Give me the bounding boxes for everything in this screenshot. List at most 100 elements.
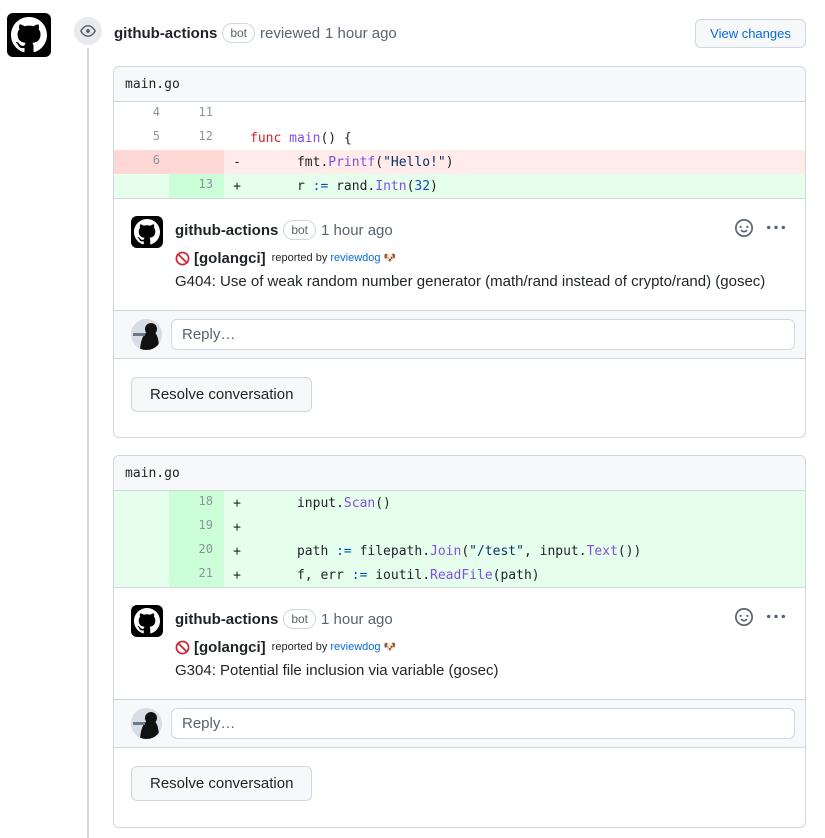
code-text: input.Scan() <box>250 495 391 511</box>
bot-badge: bot <box>283 220 317 240</box>
lint-source-line: [golangci] reported by reviewdog 🐶 <box>175 636 805 659</box>
diff-marker: + <box>233 519 241 535</box>
comment-header: github-actions bot 1 hour ago <box>175 215 805 245</box>
old-line-number[interactable] <box>114 515 169 539</box>
timeline-line <box>87 48 89 838</box>
reply-input[interactable]: Reply… <box>171 319 795 350</box>
code-text: path := filepath.Join("/test", input.Tex… <box>250 543 642 559</box>
old-line-number[interactable]: 4 <box>114 102 169 126</box>
new-line-number[interactable]: 11 <box>169 102 224 126</box>
user-avatar-image <box>131 708 162 739</box>
old-line-number[interactable]: 6 <box>114 150 169 174</box>
eye-icon <box>80 25 96 37</box>
diff-marker: - <box>233 154 241 170</box>
new-line-number[interactable]: 13 <box>169 174 224 198</box>
old-line-number[interactable] <box>114 539 169 563</box>
comment-actions <box>735 608 785 626</box>
dog-emoji-icon: 🐶 <box>383 253 396 264</box>
linter-tag: [golangci] <box>194 639 266 656</box>
reported-by: reported by reviewdog 🐶 <box>272 247 396 270</box>
github-actions-avatar[interactable] <box>7 13 51 57</box>
no-entry-icon <box>175 640 190 655</box>
new-line-number[interactable]: 19 <box>169 515 224 539</box>
kebab-horizontal-icon[interactable] <box>767 219 785 237</box>
code-text: f, err := ioutil.ReadFile(path) <box>250 567 540 583</box>
review-time[interactable]: 1 hour ago <box>325 25 397 42</box>
lint-source-line: [golangci] reported by reviewdog 🐶 <box>175 247 805 270</box>
review-comment: github-actions bot 1 hour ago [golangci]… <box>114 587 805 818</box>
review-thread: main.go 4 11 5 12 func main() { 6 - fmt.… <box>113 66 806 438</box>
review-action: reviewed <box>260 24 321 42</box>
view-changes-button[interactable]: View changes <box>695 19 806 48</box>
diff-line-added: 18 + input.Scan() <box>114 491 805 515</box>
reported-by-text: reported by <box>271 252 328 264</box>
review-thread: main.go 18 + input.Scan() 19 + 20 + path… <box>113 455 806 828</box>
review-event-badge <box>72 15 104 47</box>
code-text: fmt.Printf("Hello!") <box>250 154 454 170</box>
diff-line-added: 21 + f, err := ioutil.ReadFile(path) <box>114 563 805 587</box>
comment-header: github-actions bot 1 hour ago <box>175 604 805 634</box>
reply-bar: Reply… <box>114 699 805 748</box>
github-logo-icon <box>134 219 160 245</box>
comment-actions <box>735 219 785 237</box>
reported-by: reported by reviewdog 🐶 <box>272 636 396 659</box>
resolve-conversation-button[interactable]: Resolve conversation <box>131 765 313 801</box>
diff-marker: + <box>233 178 241 194</box>
reviewdog-link[interactable]: reviewdog <box>330 252 380 264</box>
new-line-number[interactable]: 20 <box>169 539 224 563</box>
old-line-number[interactable] <box>114 491 169 515</box>
comment-time[interactable]: 1 hour ago <box>321 222 393 239</box>
dog-emoji-icon: 🐶 <box>383 642 396 653</box>
resolve-row: Resolve conversation <box>114 748 805 818</box>
diff-marker: + <box>233 495 241 511</box>
new-line-number[interactable] <box>169 150 224 174</box>
file-name[interactable]: main.go <box>114 67 805 102</box>
new-line-number[interactable]: 18 <box>169 491 224 515</box>
reported-by-text: reported by <box>271 641 328 653</box>
old-line-number[interactable]: 5 <box>114 126 169 150</box>
comment-body: [golangci] reported by reviewdog 🐶 G404: … <box>175 247 805 293</box>
no-entry-icon <box>175 251 190 266</box>
comment-body: [golangci] reported by reviewdog 🐶 G304: … <box>175 636 805 682</box>
linter-tag: [golangci] <box>194 250 266 267</box>
kebab-horizontal-icon[interactable] <box>767 608 785 626</box>
comment-message: G404: Use of weak random number generato… <box>175 273 766 290</box>
user-avatar[interactable] <box>131 319 162 350</box>
review-header: github-actions bot reviewed 1 hour ago <box>114 20 397 46</box>
comment-author-link[interactable]: github-actions <box>175 611 278 628</box>
diff-marker: + <box>233 543 241 559</box>
reviewdog-link[interactable]: reviewdog <box>330 641 380 653</box>
diff-line-added: 19 + <box>114 515 805 539</box>
old-line-number[interactable] <box>114 563 169 587</box>
diff-line-added: 20 + path := filepath.Join("/test", inpu… <box>114 539 805 563</box>
comment-time[interactable]: 1 hour ago <box>321 611 393 628</box>
bot-badge: bot <box>283 609 317 629</box>
user-avatar[interactable] <box>131 708 162 739</box>
review-author-link[interactable]: github-actions <box>114 25 217 42</box>
comment-avatar[interactable] <box>131 216 163 248</box>
diff-line-deleted: 6 - fmt.Printf("Hello!") <box>114 150 805 174</box>
github-logo-icon <box>134 608 160 634</box>
resolve-row: Resolve conversation <box>114 359 805 429</box>
reply-bar: Reply… <box>114 310 805 359</box>
diff-line-added: 13 + r := rand.Intn(32) <box>114 174 805 198</box>
diff-line: 5 12 func main() { <box>114 126 805 150</box>
diff-marker: + <box>233 567 241 583</box>
comment-avatar[interactable] <box>131 605 163 637</box>
reply-input[interactable]: Reply… <box>171 708 795 739</box>
new-line-number[interactable]: 12 <box>169 126 224 150</box>
old-line-number[interactable] <box>114 174 169 198</box>
resolve-conversation-button[interactable]: Resolve conversation <box>131 376 313 412</box>
review-comment: github-actions bot 1 hour ago [golangci]… <box>114 198 805 429</box>
new-line-number[interactable]: 21 <box>169 563 224 587</box>
github-logo-icon <box>11 17 47 53</box>
code-text: r := rand.Intn(32) <box>250 178 438 194</box>
comment-message: G304: Potential file inclusion via varia… <box>175 662 499 679</box>
bot-badge: bot <box>222 23 256 43</box>
smiley-icon[interactable] <box>735 219 753 237</box>
file-name[interactable]: main.go <box>114 456 805 491</box>
code-text: func main() { <box>250 130 352 146</box>
user-avatar-image <box>131 319 162 350</box>
comment-author-link[interactable]: github-actions <box>175 222 278 239</box>
smiley-icon[interactable] <box>735 608 753 626</box>
